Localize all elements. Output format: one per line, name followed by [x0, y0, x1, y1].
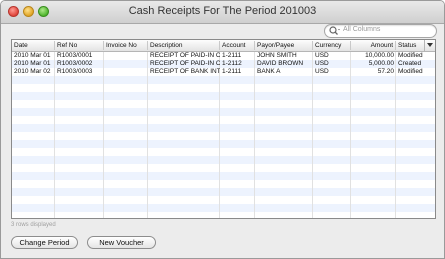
column-header-account[interactable]: Account — [220, 41, 255, 50]
table-header: Date Ref No Invoice No Description Accou… — [12, 40, 435, 52]
change-period-button[interactable]: Change Period — [11, 236, 78, 249]
chevron-down-icon — [427, 43, 433, 47]
row-stripe — [12, 108, 435, 116]
row-stripe — [12, 188, 435, 196]
cell-invoice-no — [104, 60, 148, 68]
cell-description: RECEIPT OF PAID-IN CAPI — [150, 52, 220, 59]
column-separator — [219, 52, 220, 218]
cell-status: Created — [398, 60, 422, 67]
cell-description: RECEIPT OF PAID-IN CAPI — [150, 60, 220, 67]
column-header-amount[interactable]: Amount — [351, 41, 396, 50]
row-stripe — [12, 172, 435, 180]
column-header-date[interactable]: Date — [12, 41, 55, 50]
table-row[interactable]: 2010 Mar 02 R1003/0003 RECEIPT OF BANK I… — [12, 68, 435, 76]
cell-account: 1-2111 — [222, 68, 242, 75]
column-header-invoice-no[interactable]: Invoice No — [104, 41, 148, 50]
cell-account: 1-2112 — [222, 60, 242, 67]
column-header-ref-no[interactable]: Ref No — [55, 41, 104, 50]
row-stripe — [12, 204, 435, 212]
column-menu-button[interactable] — [424, 40, 435, 51]
row-stripe — [12, 156, 435, 164]
row-stripe — [12, 76, 435, 84]
search-icon[interactable] — [328, 24, 342, 38]
window-title: Cash Receipts For The Period 201003 — [128, 5, 317, 17]
row-stripe — [12, 140, 435, 148]
cell-payor-payee: BANK A — [257, 68, 281, 75]
search-field[interactable]: All Columns — [324, 24, 437, 38]
search-input[interactable]: All Columns — [343, 26, 380, 33]
rows-displayed-label: 3 rows displayed — [11, 222, 56, 228]
cell-ref-no: R1003/0002 — [57, 60, 93, 67]
new-voucher-button[interactable]: New Voucher — [87, 236, 156, 249]
column-separator — [312, 52, 313, 218]
column-separator — [54, 52, 55, 218]
cell-payor-payee: DAVID BROWN — [257, 60, 304, 67]
cell-status: Modified — [398, 52, 423, 59]
table-row[interactable]: 2010 Mar 01 R1003/0002 RECEIPT OF PAID-I… — [12, 60, 435, 68]
row-stripe — [12, 124, 435, 132]
cell-date: 2010 Mar 02 — [14, 68, 51, 75]
cell-status: Modified — [398, 68, 423, 75]
cell-account: 1-2111 — [222, 52, 242, 59]
cell-amount: 10,000.00 — [365, 52, 394, 59]
column-header-status[interactable]: Status — [396, 41, 426, 50]
cell-description: RECEIPT OF BANK INTERE — [150, 68, 220, 75]
cell-currency: USD — [315, 68, 329, 75]
table-row[interactable]: 2010 Mar 01 R1003/0001 RECEIPT OF PAID-I… — [12, 52, 435, 60]
cell-amount: 5,000.00 — [368, 60, 394, 67]
column-separator — [147, 52, 148, 218]
column-separator — [103, 52, 104, 218]
row-stripe — [12, 92, 435, 100]
cell-invoice-no — [104, 52, 148, 60]
cell-date: 2010 Mar 01 — [14, 60, 51, 67]
cell-amount: 57.20 — [377, 68, 394, 75]
cell-currency: USD — [315, 60, 329, 67]
cell-date: 2010 Mar 01 — [14, 52, 51, 59]
column-separator — [395, 52, 396, 218]
cell-currency: USD — [315, 52, 329, 59]
column-separator — [254, 52, 255, 218]
cell-ref-no: R1003/0001 — [57, 52, 93, 59]
title-bar[interactable]: Cash Receipts For The Period 201003 — [1, 1, 444, 24]
cell-ref-no: R1003/0003 — [57, 68, 93, 75]
column-separator — [350, 52, 351, 218]
receipts-table[interactable]: Date Ref No Invoice No Description Accou… — [11, 39, 436, 219]
column-header-description[interactable]: Description — [148, 41, 220, 50]
cell-payor-payee: JOHN SMITH — [257, 52, 297, 59]
cell-invoice-no — [104, 68, 148, 76]
column-header-currency[interactable]: Currency — [313, 41, 351, 50]
app-window: Cash Receipts For The Period 201003 All … — [0, 0, 445, 259]
column-header-payor-payee[interactable]: Payor/Payee — [255, 41, 313, 50]
